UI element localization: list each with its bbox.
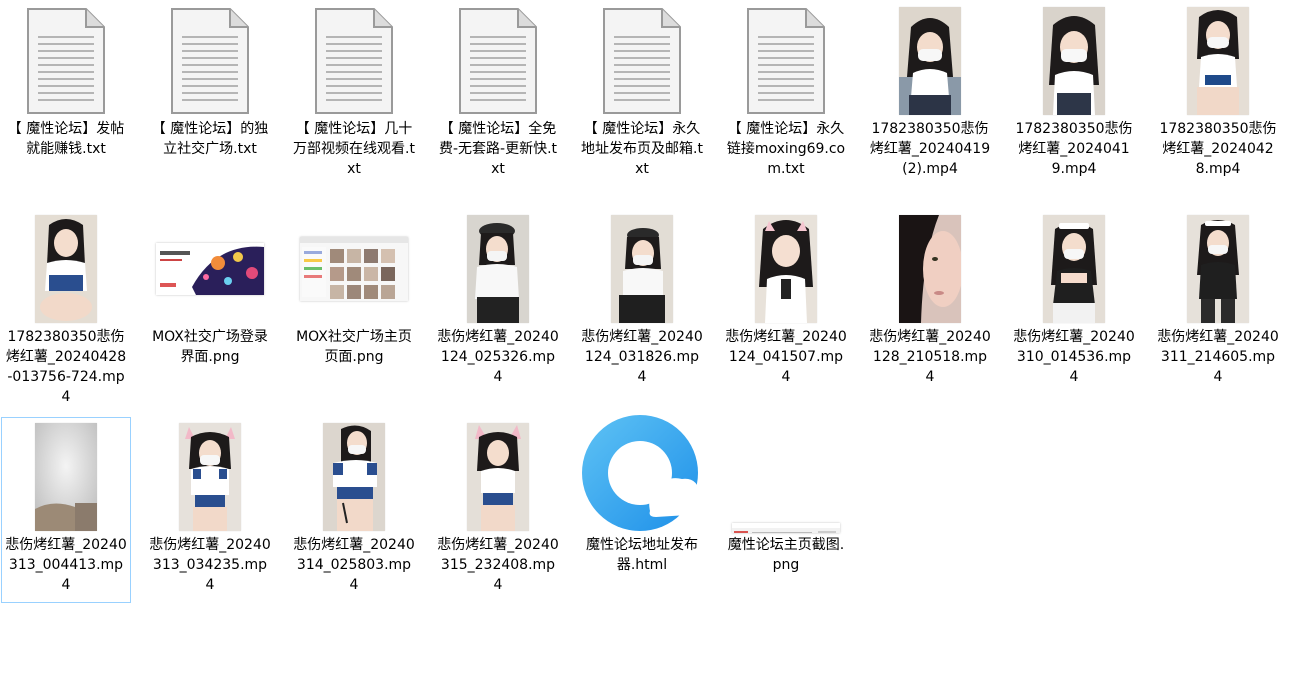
file-thumbnail [1154, 210, 1282, 328]
file-item[interactable]: 【 魔性论坛】永久地址发布页及邮箱.txt [577, 1, 707, 187]
file-thumbnail [578, 210, 706, 328]
file-item[interactable]: 悲伤烤红薯_20240124_031826.mp4 [577, 209, 707, 395]
text-document-icon [170, 7, 250, 115]
video-thumbnail [1043, 215, 1105, 323]
video-thumbnail [755, 215, 817, 323]
file-name: 悲伤烤红薯_20240314_025803.mp4 [293, 537, 415, 593]
file-name: MOX社交广场主页页面.png [296, 329, 412, 365]
file-name: 悲伤烤红薯_20240124_025326.mp4 [437, 329, 559, 385]
file-thumbnail [722, 418, 850, 536]
file-thumbnail [866, 2, 994, 120]
browser-icon [580, 413, 704, 541]
file-name: 【 魔性论坛】永久地址发布页及邮箱.txt [581, 121, 703, 177]
file-item[interactable]: 悲伤烤红薯_20240314_025803.mp4 [289, 417, 419, 603]
text-document-icon [746, 7, 826, 115]
file-name: 悲伤烤红薯_20240128_210518.mp4 [869, 329, 991, 385]
file-name: 【 魔性论坛】的独立社交广场.txt [151, 121, 269, 157]
file-item[interactable]: 【 魔性论坛】永久链接moxing69.com.txt [721, 1, 851, 187]
file-name: 【 魔性论坛】几十万部视频在线观看.txt [293, 121, 415, 177]
file-item[interactable]: 【 魔性论坛】几十万部视频在线观看.txt [289, 1, 419, 187]
file-thumbnail [434, 2, 562, 120]
video-thumbnail [35, 423, 97, 531]
file-name: 悲伤烤红薯_20240124_031826.mp4 [581, 329, 703, 385]
file-thumbnail [290, 418, 418, 536]
file-item[interactable]: 【 魔性论坛】全免费-无套路-更新快.txt [433, 1, 563, 187]
file-item[interactable]: 悲伤烤红薯_20240124_041507.mp4 [721, 209, 851, 395]
video-thumbnail [179, 423, 241, 531]
video-thumbnail [467, 215, 529, 323]
video-thumbnail [35, 215, 97, 323]
file-name: 1782380350悲伤烤红薯_20240428.mp4 [1159, 121, 1277, 177]
file-thumbnail [146, 2, 274, 120]
file-name: 【 魔性论坛】发帖就能赚钱.txt [7, 121, 125, 157]
video-thumbnail [1187, 7, 1249, 115]
file-name: 魔性论坛主页截图.png [727, 537, 845, 573]
file-thumbnail [2, 418, 130, 536]
file-item[interactable]: 魔性论坛主页截图.png [721, 417, 851, 603]
file-thumbnail [146, 210, 274, 328]
video-thumbnail [467, 423, 529, 531]
file-item[interactable]: 悲伤烤红薯_20240310_014536.mp4 [1009, 209, 1139, 395]
image-thumbnail [732, 523, 840, 533]
file-name: 1782380350悲伤烤红薯_20240419 (2).mp4 [869, 121, 991, 177]
file-item[interactable]: 悲伤烤红薯_20240128_210518.mp4 [865, 209, 995, 395]
image-thumbnail [156, 243, 264, 295]
file-thumbnail [866, 210, 994, 328]
video-thumbnail [899, 7, 961, 115]
file-name: 悲伤烤红薯_20240311_214605.mp4 [1157, 329, 1279, 385]
file-name: 悲伤烤红薯_20240315_232408.mp4 [437, 537, 559, 593]
image-thumbnail [300, 237, 408, 301]
file-item[interactable]: 魔性论坛地址发布器.html [577, 415, 707, 603]
file-item[interactable]: 悲伤烤红薯_20240311_214605.mp4 [1153, 209, 1283, 395]
video-thumbnail [899, 215, 961, 323]
file-item[interactable]: 【 魔性论坛】发帖就能赚钱.txt [1, 1, 131, 187]
file-name: 悲伤烤红薯_20240310_014536.mp4 [1013, 329, 1135, 385]
text-document-icon [602, 7, 682, 115]
file-item[interactable]: 【 魔性论坛】的独立社交广场.txt [145, 1, 275, 187]
file-item[interactable]: 1782380350悲伤烤红薯_20240419 (2).mp4 [865, 1, 995, 187]
file-item[interactable]: 悲伤烤红薯_20240313_034235.mp4 [145, 417, 275, 603]
file-thumbnail [2, 210, 130, 328]
file-thumbnail [578, 2, 706, 120]
file-name: 悲伤烤红薯_20240313_004413.mp4 [5, 537, 127, 593]
file-item[interactable]: 1782380350悲伤烤红薯_20240428.mp4 [1153, 1, 1283, 187]
file-item[interactable]: 悲伤烤红薯_20240315_232408.mp4 [433, 417, 563, 603]
video-thumbnail [1043, 7, 1105, 115]
video-thumbnail [1187, 215, 1249, 323]
video-thumbnail [323, 423, 385, 531]
file-thumbnail [578, 415, 706, 536]
text-document-icon [26, 7, 106, 115]
file-item[interactable]: 1782380350悲伤烤红薯_20240428-013756-724.mp4 [1, 209, 131, 405]
file-name: 1782380350悲伤烤红薯_20240428-013756-724.mp4 [5, 329, 127, 405]
file-name: 【 魔性论坛】永久链接moxing69.com.txt [726, 121, 846, 177]
file-thumbnail [722, 210, 850, 328]
file-name: 悲伤烤红薯_20240124_041507.mp4 [725, 329, 847, 385]
file-name: 悲伤烤红薯_20240313_034235.mp4 [149, 537, 271, 593]
file-name: 1782380350悲伤烤红薯_20240419.mp4 [1015, 121, 1133, 177]
file-name: MOX社交广场登录界面.png [152, 329, 268, 365]
file-thumbnail [290, 2, 418, 120]
file-name: 【 魔性论坛】全免费-无套路-更新快.txt [438, 121, 558, 177]
file-thumbnail [722, 2, 850, 120]
file-item[interactable]: 1782380350悲伤烤红薯_20240419.mp4 [1009, 1, 1139, 187]
file-thumbnail [1010, 2, 1138, 120]
file-item[interactable]: 悲伤烤红薯_20240313_004413.mp4 [1, 417, 131, 603]
file-grid: 【 魔性论坛】发帖就能赚钱.txt 【 魔性论坛】的独立社交广场.txt 【 魔… [0, 0, 1293, 687]
file-thumbnail [434, 210, 562, 328]
text-document-icon [314, 7, 394, 115]
file-thumbnail [2, 2, 130, 120]
video-thumbnail [611, 215, 673, 323]
file-item[interactable]: MOX社交广场主页页面.png [289, 209, 419, 395]
file-thumbnail [1010, 210, 1138, 328]
file-thumbnail [290, 210, 418, 328]
text-document-icon [458, 7, 538, 115]
file-thumbnail [146, 418, 274, 536]
file-thumbnail [434, 418, 562, 536]
file-name: 魔性论坛地址发布器.html [586, 537, 698, 573]
file-item[interactable]: MOX社交广场登录界面.png [145, 209, 275, 395]
file-item[interactable]: 悲伤烤红薯_20240124_025326.mp4 [433, 209, 563, 395]
file-thumbnail [1154, 2, 1282, 120]
